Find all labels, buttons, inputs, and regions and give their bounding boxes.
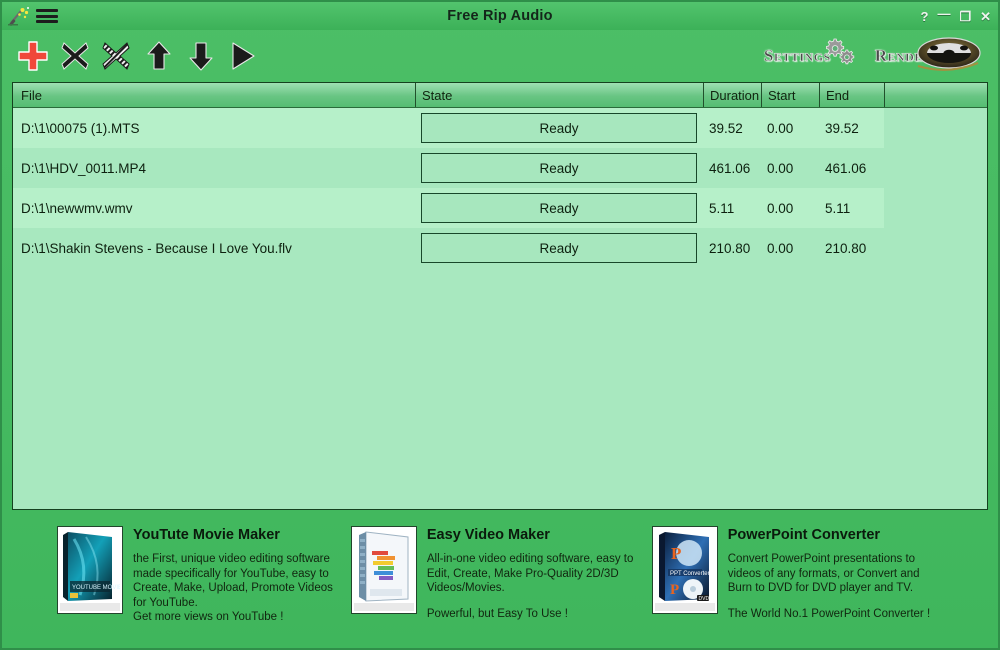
table-row[interactable]: D:\1\newwmv.wmv Ready 5.11 0.00 5.11 xyxy=(13,188,987,228)
column-header-file[interactable]: File xyxy=(13,83,415,107)
play-button[interactable] xyxy=(222,35,264,77)
title-bar: Free Rip Audio ? — ❐ ✕ xyxy=(2,2,998,30)
table-row[interactable]: D:\1\00075 (1).MTS Ready 39.52 0.00 39.5… xyxy=(13,108,987,148)
settings-button[interactable]: Settings xyxy=(763,38,857,69)
toolbar: Settings Render xyxy=(2,30,998,82)
plus-icon xyxy=(18,41,48,71)
cell-end: 39.52 xyxy=(825,120,859,136)
promo-line: made specifically for YouTube, easy to xyxy=(133,567,329,580)
promo-powerpoint-converter: P PPT Converter P DVD PowerPoint Convert… xyxy=(647,526,990,648)
settings-label: Settings xyxy=(763,46,831,65)
cell-start: 0.00 xyxy=(767,240,794,256)
table-row[interactable]: D:\1\HDV_0011.MP4 Ready 461.06 0.00 461.… xyxy=(13,148,987,188)
window-title: Free Rip Audio xyxy=(447,8,553,24)
minimize-button[interactable]: — xyxy=(937,7,950,20)
promo-line: Create, Make, Upload, Promote Videos xyxy=(133,582,333,594)
double-x-icon xyxy=(102,42,130,70)
promo-line: for YouTube. xyxy=(133,596,198,609)
cell-file: D:\1\newwmv.wmv xyxy=(21,200,133,216)
promo-tagline: The World No.1 PowerPoint Converter ! xyxy=(727,607,931,620)
render-button[interactable]: Render xyxy=(875,37,982,75)
close-x-icon xyxy=(61,42,89,70)
promo-youtute-movie-maker: YOUTUBE MOVIE MAKER YouTute Movie Maker … xyxy=(10,526,351,648)
cell-end: 5.11 xyxy=(825,200,851,216)
cell-start: 0.00 xyxy=(767,200,794,216)
play-triangle-icon xyxy=(232,42,255,70)
application-window: Free Rip Audio ? — ❐ ✕ Settings Render F… xyxy=(0,0,1000,650)
svg-text:YOUTUBE MOVIE MAKER: YOUTUBE MOVIE MAKER xyxy=(72,585,120,591)
magic-wand-sparkle-icon xyxy=(8,6,30,26)
state-badge[interactable]: Ready xyxy=(421,153,697,183)
file-list-body: D:\1\00075 (1).MTS Ready 39.52 0.00 39.5… xyxy=(13,108,987,509)
promo-text: Easy Video Maker All-in-one video editin… xyxy=(427,526,633,648)
promo-title[interactable]: PowerPoint Converter xyxy=(728,527,930,543)
svg-text:DVD: DVD xyxy=(698,596,709,602)
cell-duration: 39.52 xyxy=(709,120,743,136)
arrow-down-icon xyxy=(189,42,213,71)
film-reel-icon xyxy=(917,37,981,71)
cell-duration: 210.80 xyxy=(709,240,751,256)
software-box-ppt-icon[interactable]: P PPT Converter P DVD xyxy=(651,526,718,614)
cell-state: Ready xyxy=(415,108,703,148)
column-header-extra[interactable] xyxy=(884,83,987,107)
software-box-video-icon[interactable] xyxy=(350,526,417,614)
promo-title[interactable]: YouTute Movie Maker xyxy=(133,527,333,543)
cell-end: 461.06 xyxy=(825,160,867,176)
cell-file: D:\1\Shakin Stevens - Because I Love You… xyxy=(21,240,292,256)
brand-actions: Settings Render xyxy=(764,37,988,75)
svg-text:P: P xyxy=(670,582,679,598)
promo-line: Convert PowerPoint presentations to xyxy=(727,553,916,565)
close-button[interactable]: ✕ xyxy=(980,10,991,23)
state-badge[interactable]: Ready xyxy=(421,233,697,263)
promo-line: videos of any formats, or Convert and xyxy=(727,567,920,580)
promo-tagline: Get more views on YouTube ! xyxy=(133,611,284,623)
promo-title[interactable]: Easy Video Maker xyxy=(427,527,633,543)
maximize-button[interactable]: ❐ xyxy=(959,10,971,23)
promo-line: Videos/Movies. xyxy=(426,582,505,594)
move-down-button[interactable] xyxy=(180,35,222,77)
cell-state: Ready xyxy=(415,148,703,188)
cell-start: 0.00 xyxy=(767,160,794,176)
cell-duration: 5.11 xyxy=(709,200,735,216)
promo-bar: YOUTUBE MOVIE MAKER YouTute Movie Maker … xyxy=(2,510,998,648)
help-button[interactable]: ? xyxy=(920,10,928,23)
add-file-button[interactable] xyxy=(12,35,54,77)
column-header-start[interactable]: Start xyxy=(761,83,819,107)
promo-text: YouTute Movie Maker the First, unique vi… xyxy=(133,526,333,648)
remove-all-button[interactable] xyxy=(96,35,138,77)
promo-tagline: Powerful, but Easy To Use ! xyxy=(426,607,568,620)
promo-line: Burn to DVD for DVD player and TV. xyxy=(727,582,914,594)
remove-file-button[interactable] xyxy=(54,35,96,77)
table-row[interactable]: D:\1\Shakin Stevens - Because I Love You… xyxy=(13,228,987,268)
promo-line: Edit, Create, Make Pro-Quality 2D/3D xyxy=(426,567,619,580)
column-header-end[interactable]: End xyxy=(819,83,884,107)
promo-line: the First, unique video editing software xyxy=(133,553,330,565)
move-up-button[interactable] xyxy=(138,35,180,77)
cell-state: Ready xyxy=(415,228,703,268)
window-controls: ? — ❐ ✕ xyxy=(920,7,991,23)
cell-end: 210.80 xyxy=(825,240,867,256)
state-badge[interactable]: Ready xyxy=(421,193,697,223)
cell-file: D:\1\00075 (1).MTS xyxy=(21,120,140,136)
cell-duration: 461.06 xyxy=(709,160,751,176)
promo-line: All-in-one video editing software, easy … xyxy=(426,553,634,565)
file-list-panel: File State Duration Start End D:\1\00075… xyxy=(12,82,988,510)
gear-icon xyxy=(825,38,854,65)
cell-start: 0.00 xyxy=(767,120,794,136)
svg-text:P: P xyxy=(671,544,681,563)
promo-easy-video-maker: Easy Video Maker All-in-one video editin… xyxy=(350,526,647,648)
file-list-header: File State Duration Start End xyxy=(13,83,987,108)
cell-file: D:\1\HDV_0011.MP4 xyxy=(21,160,147,176)
arrow-up-icon xyxy=(147,41,171,70)
promo-text: PowerPoint Converter Convert PowerPoint … xyxy=(728,526,930,648)
cell-state: Ready xyxy=(415,188,703,228)
column-header-duration[interactable]: Duration xyxy=(703,83,761,107)
software-box-youtube-icon[interactable]: YOUTUBE MOVIE MAKER xyxy=(57,526,123,614)
state-badge[interactable]: Ready xyxy=(421,113,697,143)
svg-text:PPT Converter: PPT Converter xyxy=(670,571,710,577)
column-header-state[interactable]: State xyxy=(415,83,703,107)
hamburger-menu-icon[interactable] xyxy=(36,8,58,24)
